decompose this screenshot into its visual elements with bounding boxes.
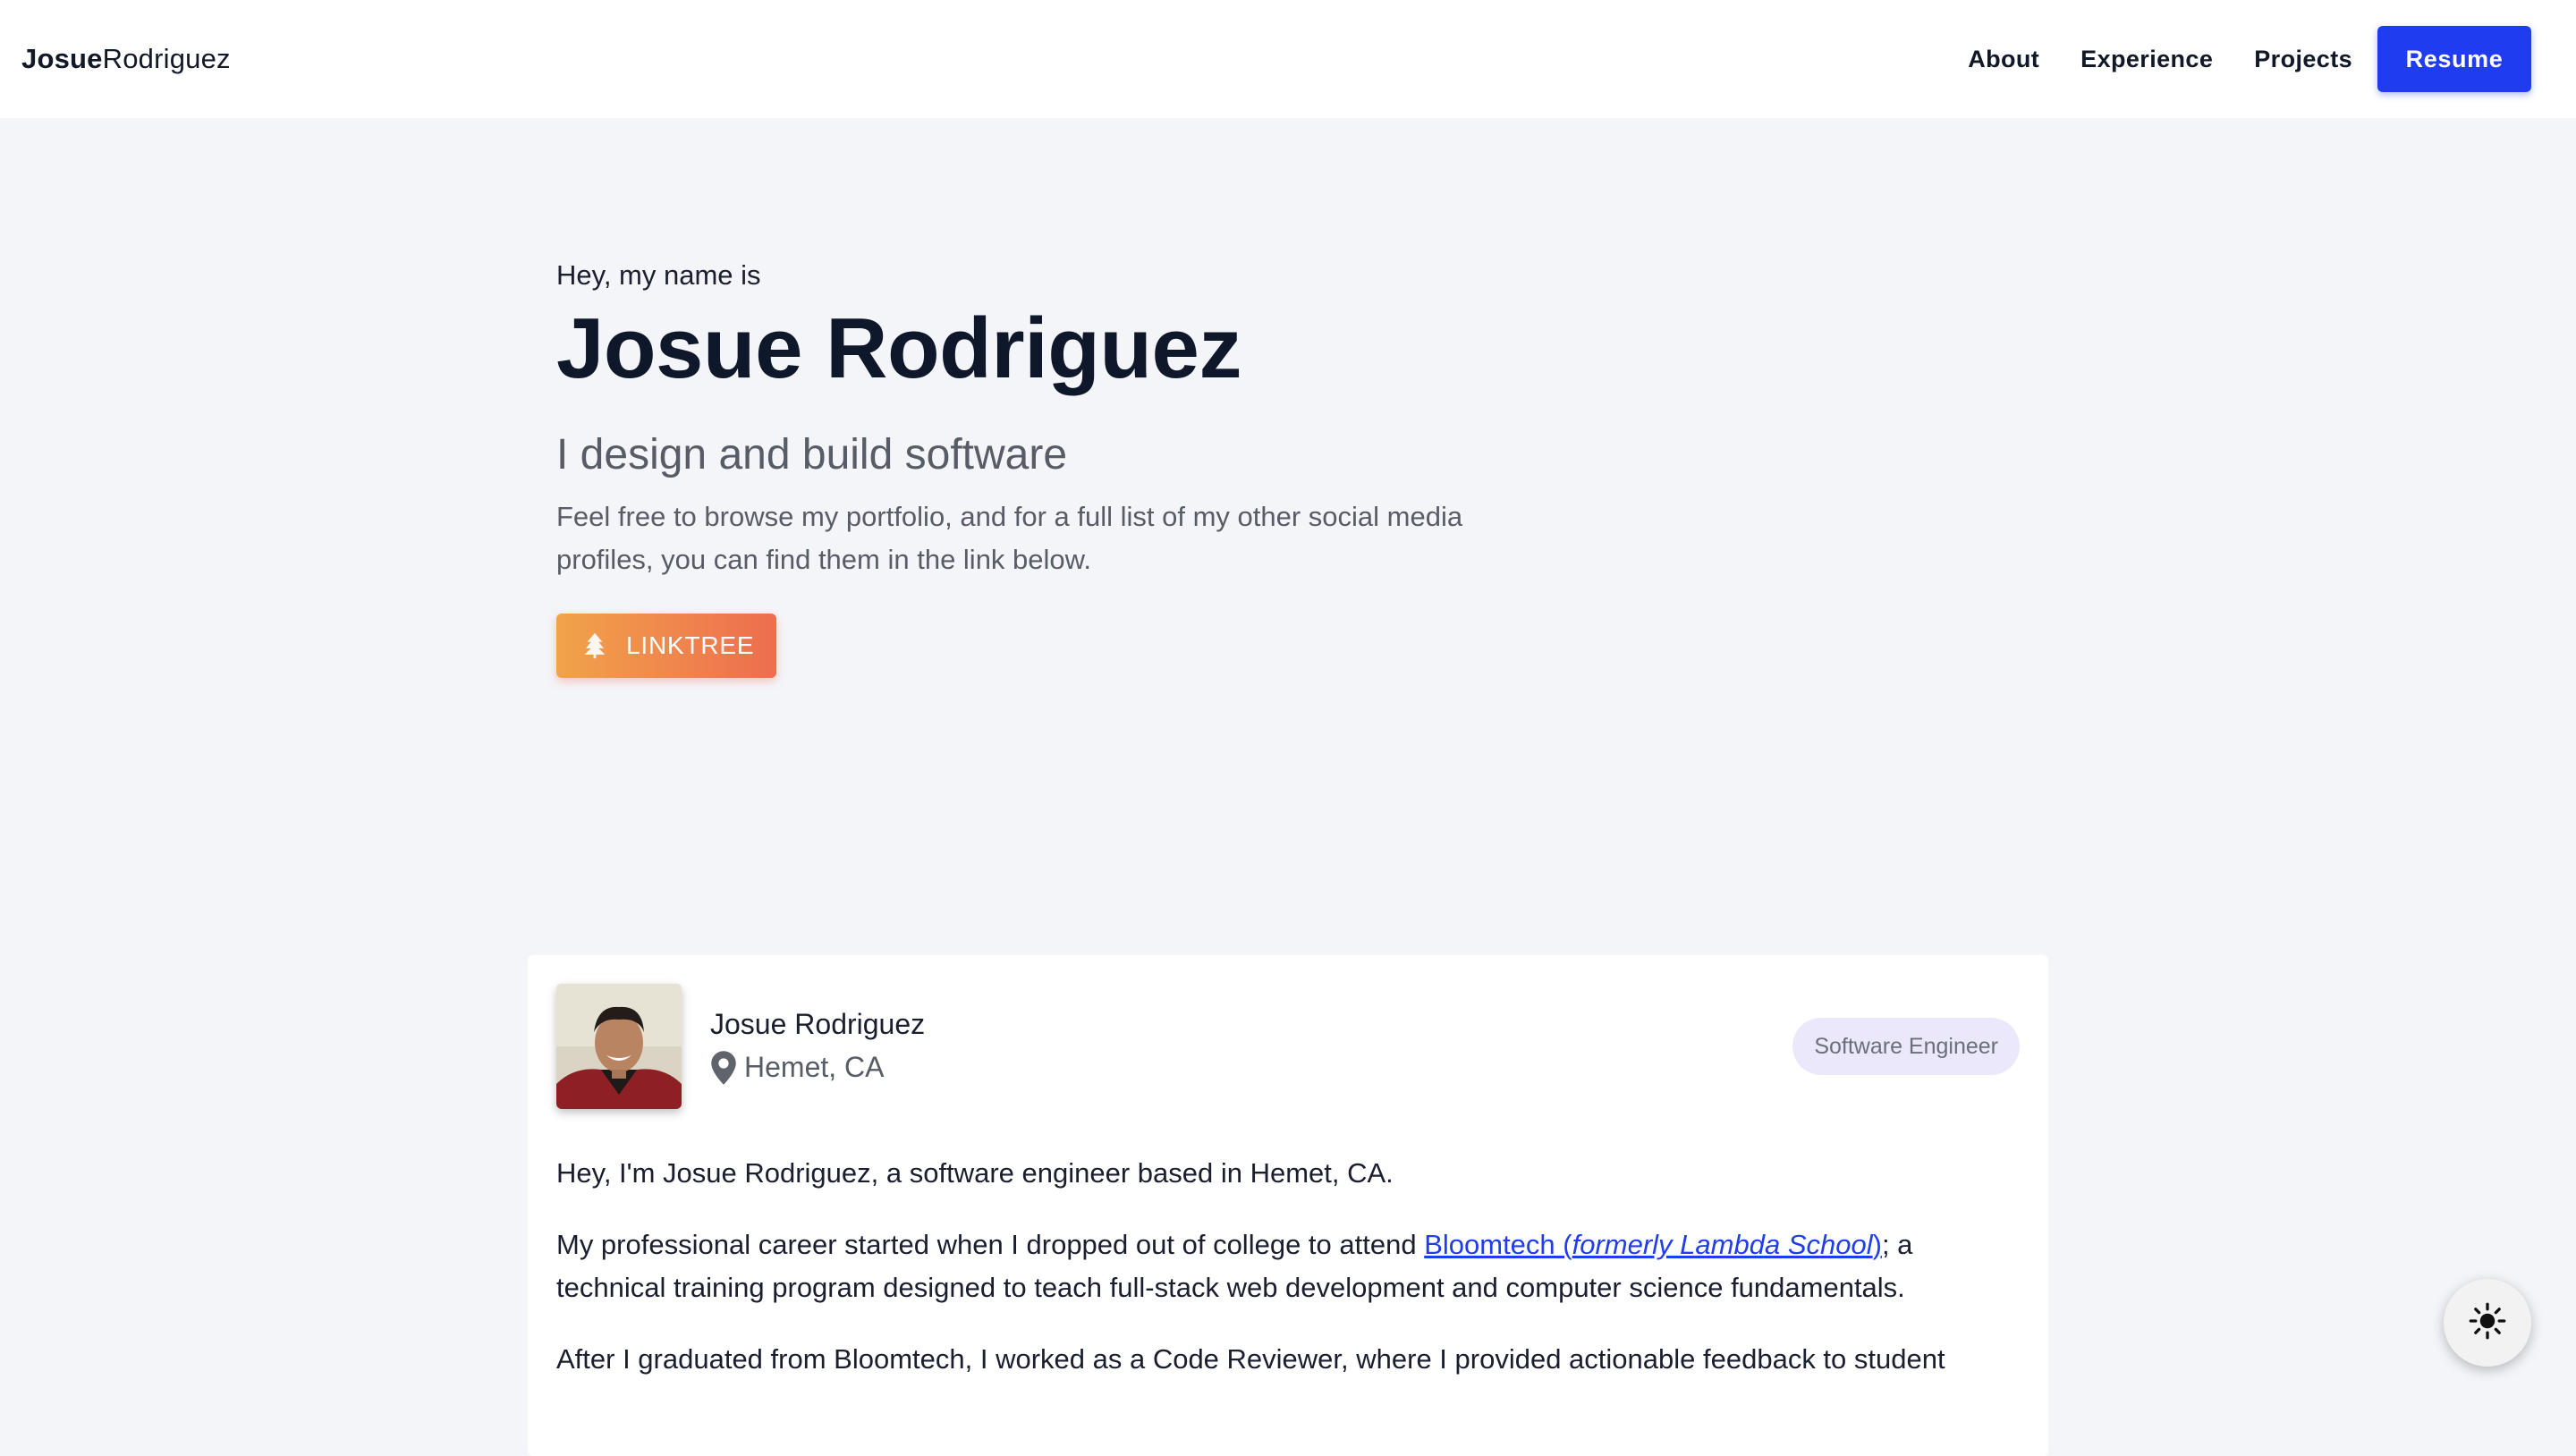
bloomtech-link-italic: formerly Lambda School (1572, 1229, 1873, 1260)
about-paragraph-2: My professional career started when I dr… (556, 1223, 2020, 1309)
profile-location: Hemet, CA (710, 1050, 925, 1086)
bloomtech-link-text: Bloomtech ( (1424, 1229, 1572, 1260)
hero-description: Feel free to browse my portfolio, and fo… (556, 500, 1463, 575)
nav-links: About Experience Projects Resume (1927, 26, 2555, 92)
profile-row: Josue Rodriguez Hemet, CA Software Engin… (556, 984, 2020, 1109)
top-navbar: JosueRodriguez About Experience Projects… (0, 0, 2576, 118)
nav-link-projects[interactable]: Projects (2254, 46, 2352, 73)
linktree-label: LINKTREE (626, 631, 755, 659)
hero-tagline: I design and build software (556, 430, 1068, 478)
theme-toggle-button[interactable] (2444, 1279, 2531, 1367)
avatar (556, 984, 682, 1109)
about-card: Josue Rodriguez Hemet, CA Software Engin… (528, 955, 2048, 1456)
about-paragraph-3: After I graduated from Bloomtech, I work… (556, 1343, 1945, 1375)
about-text: Hey, I'm Josue Rodriguez, a software eng… (556, 1152, 2020, 1381)
brand-first-name: Josue (21, 43, 103, 74)
hero-greeting: Hey, my name is (556, 259, 761, 291)
brand-logo[interactable]: JosueRodriguez (21, 43, 231, 75)
about-paragraph-1: Hey, I'm Josue Rodriguez, a software eng… (556, 1157, 1394, 1189)
nav-link-about[interactable]: About (1968, 46, 2039, 73)
resume-button[interactable]: Resume (2377, 26, 2531, 92)
para2-before: My professional career started when I dr… (556, 1229, 1425, 1260)
brand-last-name: Rodriguez (102, 43, 231, 74)
linktree-button[interactable]: LINKTREE (556, 613, 776, 678)
profile-name: Josue Rodriguez (710, 1007, 926, 1040)
bloomtech-link[interactable]: Bloomtech (formerly Lambda School) (1424, 1229, 1882, 1260)
hero-name: Josue Rodriguez (556, 301, 1241, 396)
tree-icon (580, 631, 610, 661)
hero-section: Hey, my name is Josue Rodriguez I design… (556, 259, 1540, 678)
profile-info: Josue Rodriguez Hemet, CA (710, 1008, 925, 1086)
role-badge: Software Engineer (1792, 1018, 2020, 1075)
map-pin-icon (710, 1050, 737, 1086)
bloomtech-link-close: ) (1872, 1229, 1882, 1260)
sun-icon (2468, 1301, 2507, 1345)
location-text: Hemet, CA (744, 1051, 885, 1083)
nav-link-experience[interactable]: Experience (2080, 46, 2213, 73)
